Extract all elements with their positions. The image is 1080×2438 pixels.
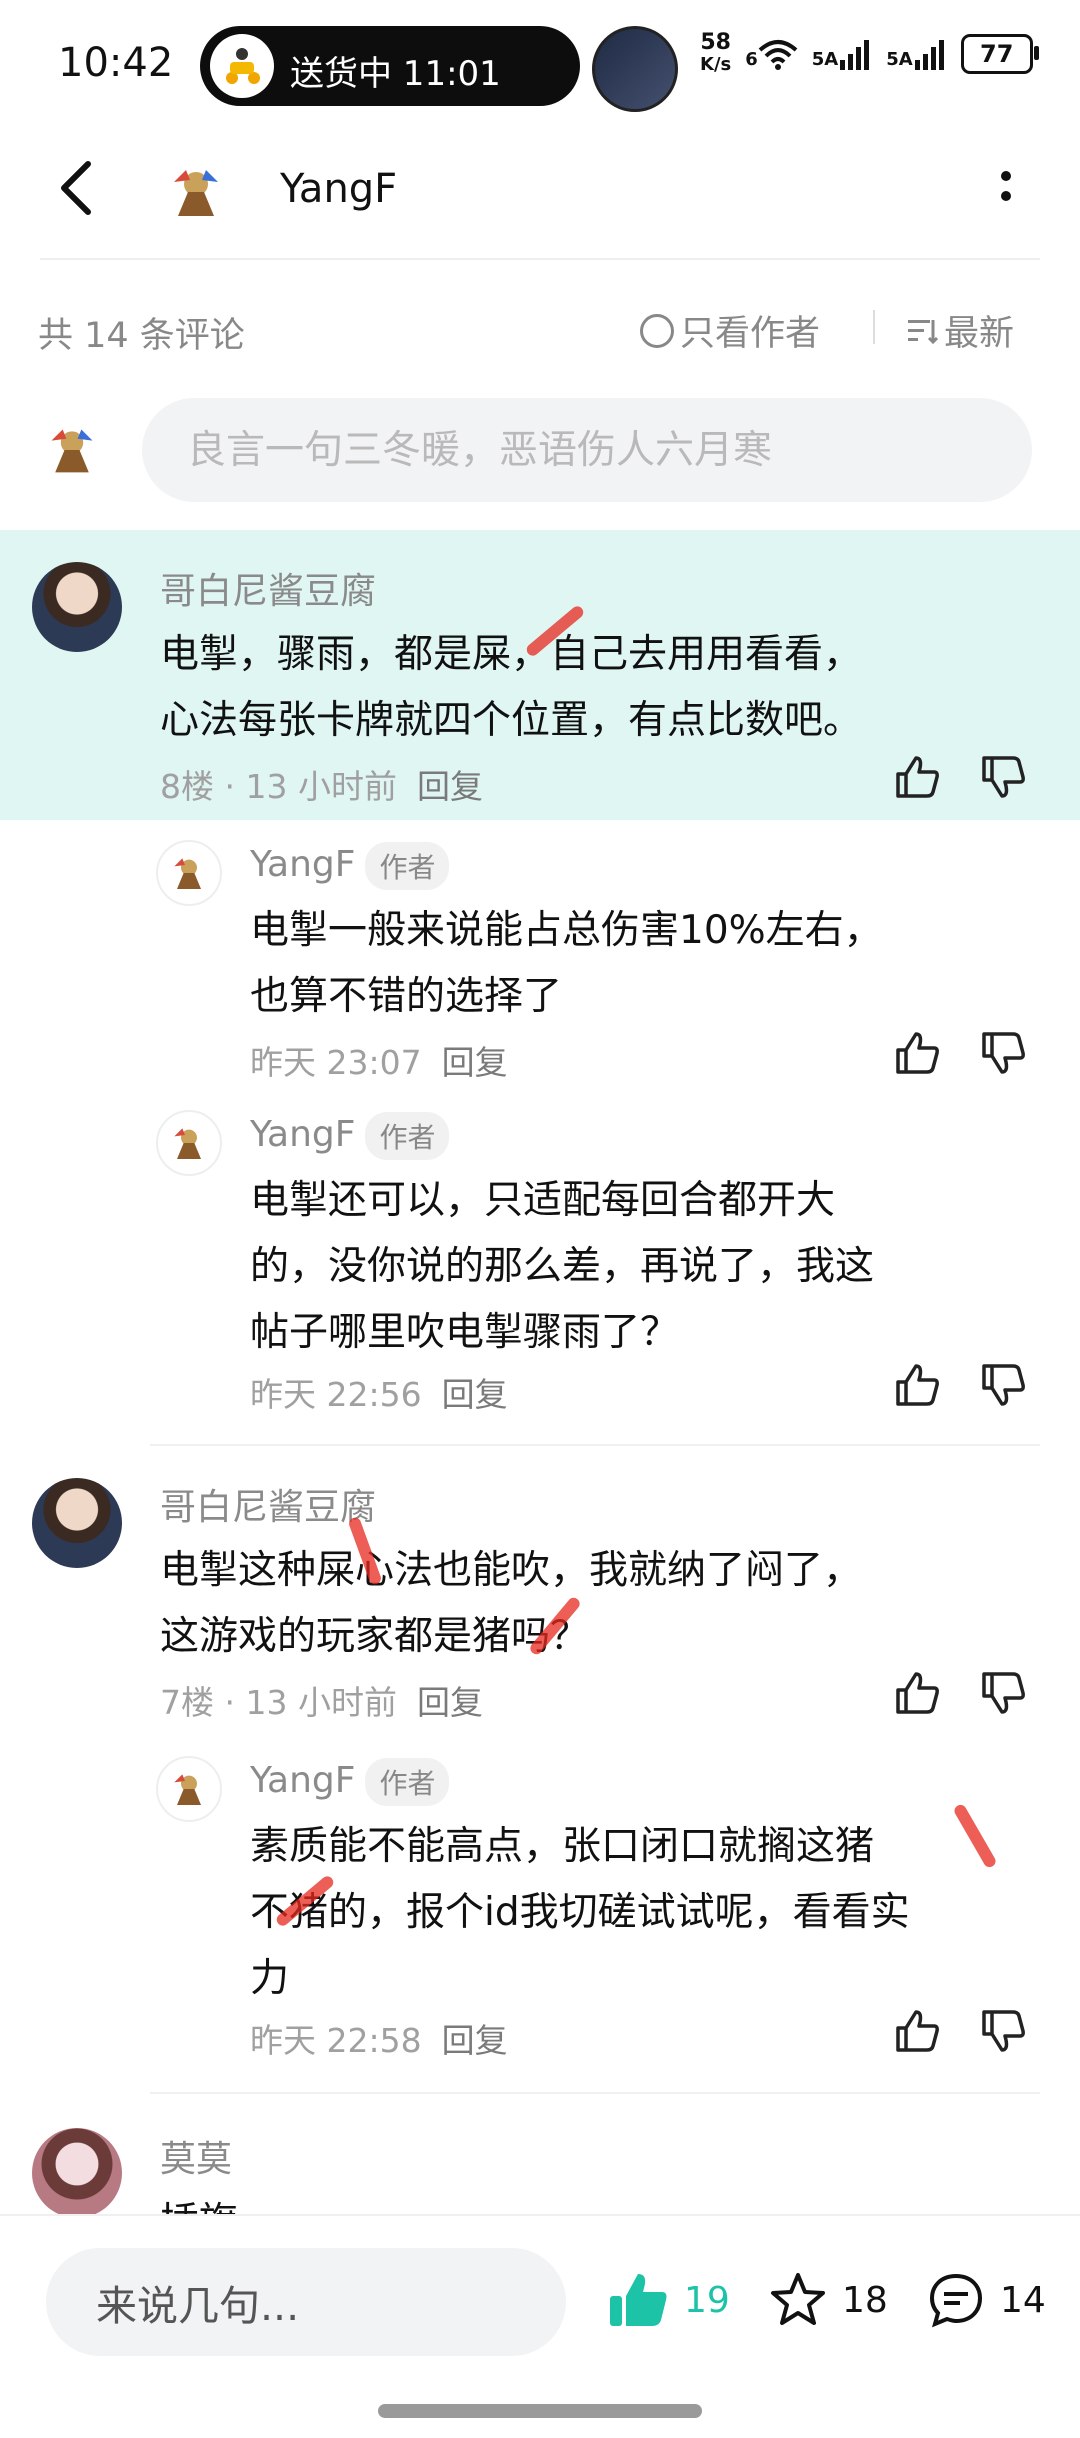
reply-username[interactable]: YangF 作者 [250, 1758, 450, 1806]
bottom-bar-divider [0, 2214, 1080, 2216]
like-icon[interactable] [892, 1668, 942, 1718]
dislike-icon[interactable] [978, 1360, 1028, 1410]
comment-text: 电掣这种屎心法也能吹，我就纳了闷了， 这游戏的玩家都是猪吗？ [160, 1548, 863, 1659]
reply-button[interactable]: 回复 [442, 1375, 508, 1414]
reply-button[interactable]: 回复 [417, 767, 483, 806]
author-tag: 作者 [365, 1112, 450, 1160]
thumbs-up-filled-icon [610, 2274, 667, 2326]
author-avatar[interactable] [166, 162, 226, 222]
more-vertical-icon [1001, 171, 1011, 201]
like-icon[interactable] [892, 752, 942, 802]
dislike-icon[interactable] [978, 2006, 1028, 2056]
chevron-left-icon [61, 161, 91, 215]
home-indicator[interactable] [378, 2404, 702, 2418]
signal-sim1-icon: 5A [812, 38, 872, 70]
comment-username[interactable]: 莫莫 [160, 2130, 232, 2182]
reply-meta: 昨天 23:07 回复 [250, 1043, 508, 1082]
reply-text: 素质能不能高点，张口闭口就搁这猪 不猪的，报个id我切磋试试呢，看看实 力 [250, 1824, 910, 2001]
more-options-button[interactable] [996, 162, 1016, 220]
sort-latest-button[interactable]: 最新 [906, 305, 1014, 356]
dislike-icon[interactable] [978, 752, 1028, 802]
like-icon[interactable] [892, 2006, 942, 2056]
comment-username[interactable]: 哥白尼酱豆腐 [160, 1478, 376, 1530]
delivery-scooter-icon [210, 34, 274, 98]
dislike-icon[interactable] [978, 1028, 1028, 1078]
comment-divider [150, 1444, 1040, 1446]
avatar[interactable] [32, 1478, 122, 1568]
avatar[interactable] [32, 2128, 122, 2214]
signal-sim2-icon: 5A [886, 38, 946, 70]
reply-avatar[interactable] [156, 840, 222, 906]
comment-meta: 7楼 · 13 小时前 回复 [160, 1683, 483, 1722]
reply-meta: 昨天 22:56 回复 [250, 1375, 508, 1414]
comment-input[interactable] [142, 398, 1032, 502]
sort-icon [908, 319, 938, 344]
net-speed: 58 K/s [700, 30, 732, 76]
bottom-comment-input[interactable]: 来说几句... [46, 2248, 566, 2356]
battery-icon: 77 [960, 34, 1039, 74]
reply-username[interactable]: YangF 作者 [250, 1112, 450, 1160]
author-tag: 作者 [365, 1758, 450, 1806]
my-avatar [44, 422, 100, 478]
reply-button[interactable]: 回复 [417, 1683, 483, 1722]
header-divider [40, 258, 1040, 260]
favorite-button[interactable]: 18 [768, 2270, 888, 2330]
reply-avatar[interactable] [156, 1756, 222, 1822]
back-button[interactable] [56, 160, 96, 226]
reply-username[interactable]: YangF 作者 [250, 842, 450, 890]
wifi-icon: 6 [745, 38, 798, 70]
status-indicators: 58 K/s 6 5A 5A 77 [700, 30, 1039, 76]
comment-username[interactable]: 哥白尼酱豆腐 [160, 562, 376, 614]
like-post-button[interactable]: 19 [606, 2270, 730, 2330]
reply-button[interactable]: 回复 [442, 1043, 508, 1082]
reply-text: 电掣还可以，只适配每回合都开大 的，没你说的那么差，再说了，我这 帖子哪里吹电掣… [250, 1178, 875, 1355]
comment-meta: 8楼 · 13 小时前 回复 [160, 767, 483, 806]
comment-bubble-icon [929, 2273, 983, 2328]
author-only-toggle[interactable]: 只看作者 [640, 305, 820, 356]
comment-item-clipped: 莫莫 插旗 [0, 2100, 1080, 2214]
delivery-status-text: 送货中 11:01 [290, 54, 501, 94]
comment-divider [150, 2092, 1040, 2094]
reply-text: 电掣一般来说能占总伤害10%左右， 也算不错的选择了 [250, 908, 883, 1019]
comment-count-label: 共 14 条评论 [38, 316, 245, 356]
dislike-icon[interactable] [978, 1668, 1028, 1718]
comments-button[interactable]: 14 [926, 2270, 1046, 2330]
reply-button[interactable]: 回复 [442, 2021, 508, 2060]
delivery-live-pill[interactable]: 送货中 11:01 [200, 26, 580, 106]
radio-circle-icon [640, 313, 674, 348]
game-app-icon[interactable] [592, 26, 678, 112]
filter-separator [873, 310, 875, 344]
star-icon [771, 2273, 825, 2325]
comment-text: 插旗 [160, 2190, 238, 2214]
author-tag: 作者 [365, 842, 450, 890]
reply-avatar[interactable] [156, 1110, 222, 1176]
red-ink-mark [952, 1802, 998, 1870]
avatar[interactable] [32, 562, 122, 652]
header-title[interactable]: YangF [280, 166, 397, 212]
comment-text: 电掣，骤雨，都是屎，自己去用用看看， 心法每张卡牌就四个位置，有点比数吧。 [160, 632, 863, 743]
status-time: 10:42 [58, 40, 174, 86]
reply-meta: 昨天 22:58 回复 [250, 2021, 508, 2060]
like-icon[interactable] [892, 1360, 942, 1410]
like-icon[interactable] [892, 1028, 942, 1078]
